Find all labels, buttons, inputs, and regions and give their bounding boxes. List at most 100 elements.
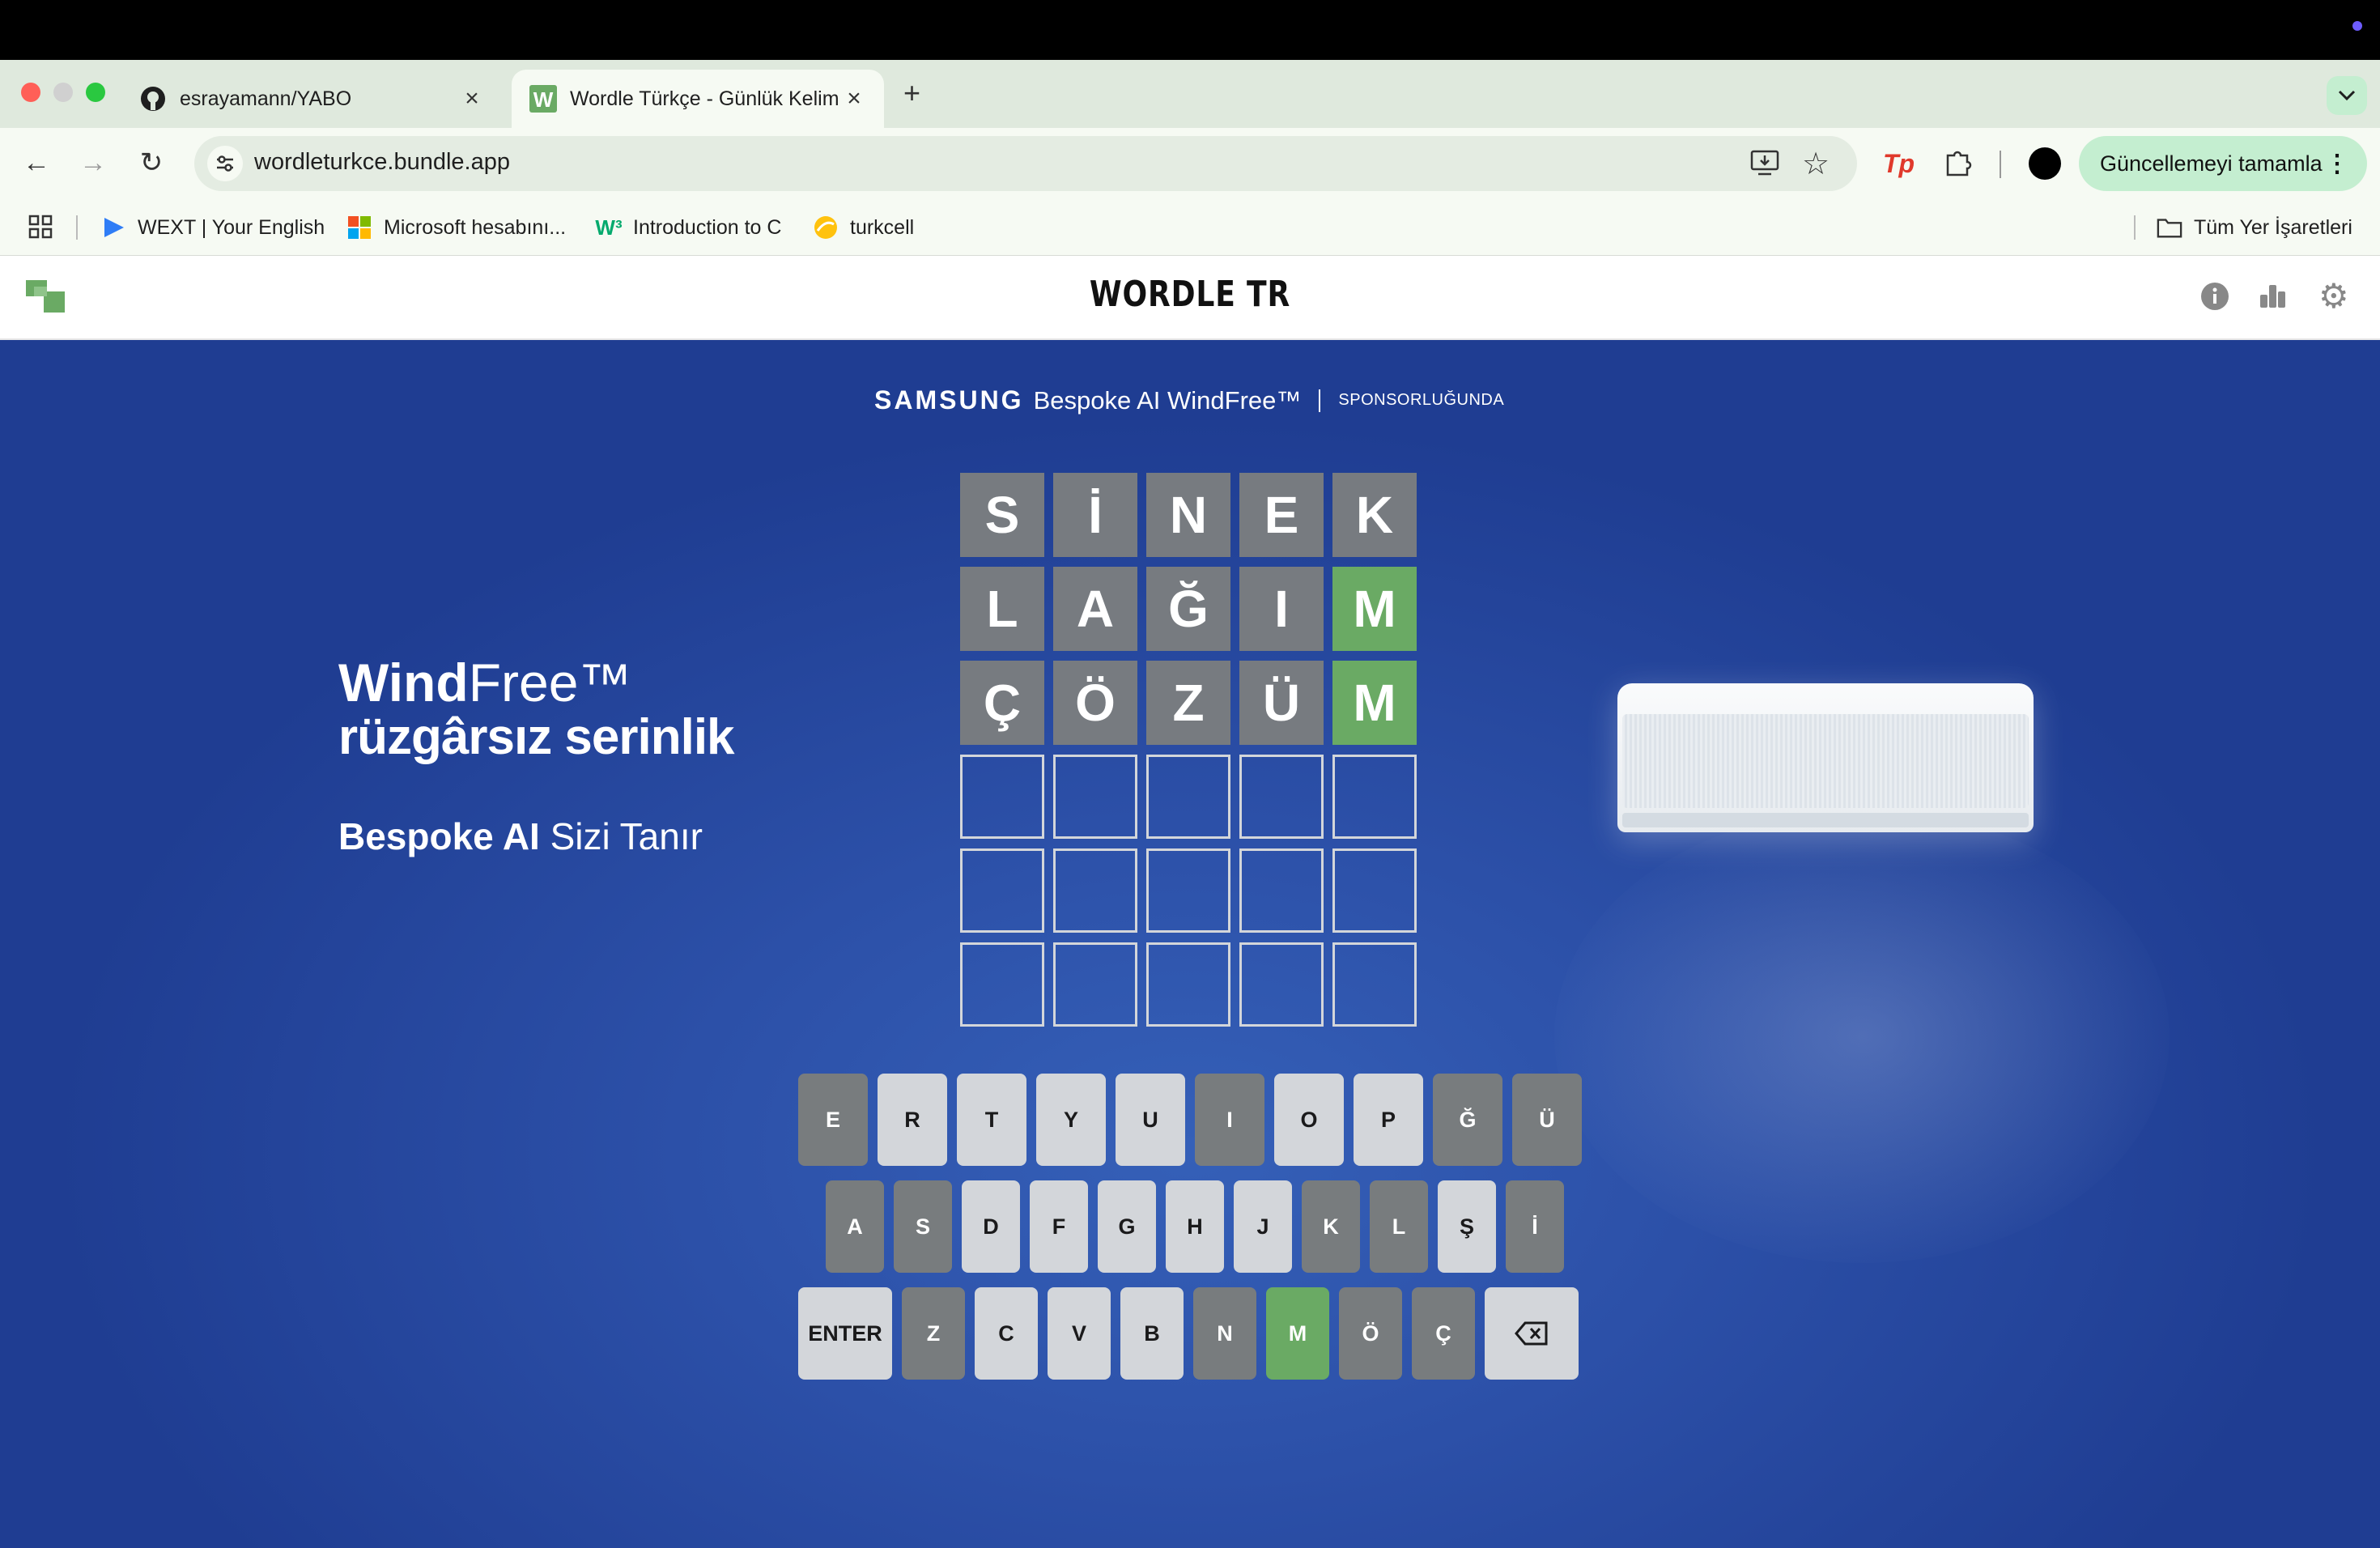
all-bookmarks-button[interactable]: Tüm Yer İşaretleri (2157, 212, 2352, 243)
key[interactable]: O (1274, 1074, 1344, 1166)
grid-tile: A (1053, 567, 1137, 651)
tab-github[interactable]: esrayamann/YABO × (121, 70, 502, 128)
bookmark-microsoft[interactable]: Microsoft hesabını... (346, 212, 566, 243)
grid-tile: Z (1146, 661, 1230, 745)
grid-tile (1332, 755, 1417, 839)
all-bookmarks-label: Tüm Yer İşaretleri (2194, 215, 2352, 239)
info-icon[interactable] (2200, 282, 2229, 315)
window-minimize-button[interactable] (53, 83, 73, 102)
more-menu-icon[interactable]: ⋮ (2325, 150, 2349, 178)
grid-tile: N (1146, 473, 1230, 557)
keyboard-row: ENTER Z C V B N M Ö Ç (798, 1287, 1588, 1380)
key[interactable]: A (826, 1180, 884, 1273)
grid-tile (1239, 755, 1324, 839)
github-icon (139, 85, 167, 113)
key[interactable]: M (1266, 1287, 1329, 1380)
grid-tile: İ (1053, 473, 1137, 557)
bookmark-turkcell[interactable]: turkcell (813, 212, 914, 243)
key[interactable]: İ (1506, 1180, 1564, 1273)
back-arrow-icon[interactable]: ← (18, 144, 55, 181)
key[interactable]: P (1354, 1074, 1423, 1166)
grid-tile: M (1332, 567, 1417, 651)
key[interactable]: R (878, 1074, 947, 1166)
update-button[interactable]: Güncellemeyi tamamla ⋮ (2079, 136, 2367, 191)
key[interactable]: D (962, 1180, 1020, 1273)
tab-close-icon[interactable]: × (842, 85, 866, 113)
key[interactable]: Ş (1438, 1180, 1496, 1273)
reload-icon[interactable]: ↻ (133, 144, 170, 181)
bookmark-w3schools[interactable]: W³ Introduction to C (595, 212, 782, 243)
backspace-key[interactable] (1485, 1287, 1579, 1380)
key[interactable]: Ç (1412, 1287, 1475, 1380)
grid-tile (1053, 755, 1137, 839)
enter-key[interactable]: ENTER (798, 1287, 892, 1380)
url-text[interactable]: wordleturkce.bundle.app (254, 149, 510, 176)
key[interactable]: F (1030, 1180, 1088, 1273)
update-button-label: Güncellemeyi tamamla (2100, 151, 2323, 176)
key[interactable]: Y (1036, 1074, 1106, 1166)
profile-avatar[interactable] (2029, 147, 2061, 180)
key[interactable]: L (1370, 1180, 1428, 1273)
sponsor-divider (1319, 389, 1321, 412)
key[interactable]: Ü (1512, 1074, 1582, 1166)
tab-close-icon[interactable]: × (460, 85, 484, 113)
key[interactable]: Z (902, 1287, 965, 1380)
grid-tile: M (1332, 661, 1417, 745)
key[interactable]: Ö (1339, 1287, 1402, 1380)
tab-search-button[interactable] (2327, 76, 2367, 115)
sponsor-banner[interactable]: SAMSUNG Bespoke AI WindFree™ SPONSORLUĞU… (874, 385, 1522, 415)
key[interactable]: S (894, 1180, 952, 1273)
stats-chart-icon[interactable] (2259, 283, 2288, 313)
keyboard-row: ERTYUIOPĞÜ (798, 1074, 1592, 1166)
key[interactable]: B (1120, 1287, 1184, 1380)
bookmark-label: turkcell (850, 215, 915, 239)
grid-tile: Ü (1239, 661, 1324, 745)
key[interactable]: N (1193, 1287, 1256, 1380)
key[interactable]: U (1116, 1074, 1185, 1166)
window-zoom-button[interactable] (86, 83, 105, 102)
bookmark-star-icon[interactable]: ☆ (1802, 146, 1830, 182)
key[interactable]: H (1166, 1180, 1224, 1273)
tp-extension-icon[interactable]: Tp (1883, 149, 1915, 179)
forward-arrow-icon[interactable]: → (74, 144, 112, 181)
key[interactable]: I (1195, 1074, 1264, 1166)
install-app-icon[interactable] (1750, 149, 1779, 181)
ad-text-block[interactable]: WindFree™ rüzgârsız serinlik Bespoke AI … (338, 653, 735, 858)
window-close-button[interactable] (21, 83, 40, 102)
bookmark-label: WEXT | Your English (138, 215, 325, 239)
wordle-w-icon: W (529, 85, 557, 113)
settings-gear-icon[interactable]: ⚙ (2318, 279, 2349, 313)
grid-tile: S (960, 473, 1044, 557)
ad-headline: WindFree™ (338, 653, 632, 712)
key[interactable]: V (1048, 1287, 1111, 1380)
site-logo-icon[interactable] (26, 280, 65, 317)
site-settings-icon[interactable] (207, 146, 243, 181)
apps-grid-icon[interactable] (28, 214, 53, 244)
folder-icon (2157, 215, 2182, 240)
key[interactable]: E (798, 1074, 868, 1166)
key[interactable]: J (1234, 1180, 1292, 1273)
grid-tile: E (1239, 473, 1324, 557)
new-tab-icon[interactable]: + (903, 76, 920, 110)
key[interactable]: G (1098, 1180, 1156, 1273)
key[interactable]: C (975, 1287, 1038, 1380)
grid-tile: I (1239, 567, 1324, 651)
air-conditioner-grill (1622, 714, 2029, 808)
bookmark-wext[interactable]: WEXT | Your English (100, 212, 325, 243)
bookmarks-divider (2134, 215, 2136, 240)
key[interactable]: K (1302, 1180, 1360, 1273)
bookmark-label: Introduction to C (633, 215, 782, 239)
w3schools-icon: W³ (595, 215, 623, 240)
grid-tile: Ç (960, 661, 1044, 745)
svg-text:W: W (533, 87, 554, 112)
wext-icon (100, 215, 126, 240)
air-conditioner-vent (1622, 813, 2029, 827)
extensions-puzzle-icon[interactable] (1943, 147, 1974, 182)
key[interactable]: Ğ (1433, 1074, 1502, 1166)
keyboard-row: ASDFGHJKLŞİ (826, 1180, 1574, 1273)
grid-tile (1053, 942, 1137, 1027)
key[interactable]: T (957, 1074, 1026, 1166)
tab-wordle[interactable]: W Wordle Türkçe - Günlük Kelim × (512, 70, 884, 128)
microsoft-icon (346, 215, 372, 240)
grid-tile (1146, 755, 1230, 839)
